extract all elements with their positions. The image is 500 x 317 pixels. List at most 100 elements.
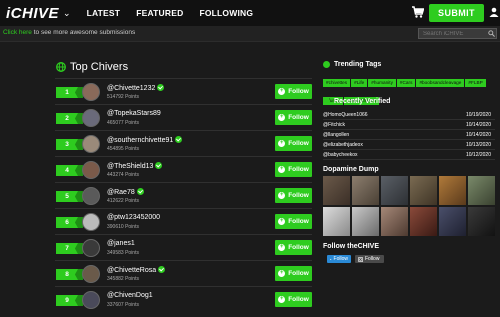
trending-tags-heading: Trending Tags [323, 61, 381, 68]
avatar[interactable] [82, 83, 100, 101]
table-row: 4 @TheShield13 443274 Points + Follow [55, 156, 312, 182]
instagram-icon [358, 256, 363, 262]
dump-thumbnail[interactable] [352, 207, 379, 236]
username[interactable]: @TopekaStars89 [107, 110, 161, 117]
dump-thumbnail[interactable] [381, 176, 408, 205]
verified-check-icon [157, 84, 165, 91]
promo-text: to see more awesome submissions [31, 29, 136, 36]
verified-check-icon [155, 162, 163, 169]
follow-button[interactable]: + Follow [275, 110, 312, 125]
username[interactable]: @southernchivette91 [107, 136, 183, 144]
username-text[interactable]: @Rae78 [107, 189, 135, 196]
username-text[interactable]: @janes1 [107, 240, 135, 247]
verified-username[interactable]: @babycheekox [323, 152, 358, 158]
dump-thumbnail[interactable] [410, 207, 437, 236]
search-icon[interactable] [488, 30, 495, 37]
avatar[interactable] [82, 109, 100, 127]
username-text[interactable]: @TopekaStars89 [107, 110, 161, 117]
dump-thumbnail[interactable] [323, 207, 350, 236]
nav-following[interactable]: FOLLOWING [199, 8, 253, 18]
plus-icon: + [278, 88, 286, 95]
verified-username[interactable]: @elizabethjadeox [323, 142, 363, 148]
avatar[interactable] [82, 213, 100, 231]
avatar[interactable] [82, 265, 100, 283]
dump-thumbnail[interactable] [381, 207, 408, 236]
points: 412622 Points [107, 198, 139, 204]
dump-thumbnail[interactable] [410, 176, 437, 205]
username[interactable]: @janes1 [107, 240, 135, 247]
username[interactable]: @ptw123452000 [107, 214, 160, 221]
rank-badge: 9 [56, 295, 78, 306]
follow-button[interactable]: + Follow [275, 136, 312, 151]
verified-icon [323, 98, 330, 105]
avatar[interactable] [82, 187, 100, 205]
plus-icon: + [278, 296, 286, 303]
verified-username[interactable]: @HomoQueen1066 [323, 112, 368, 118]
avatar[interactable] [82, 161, 100, 179]
table-row: 1 @Chivette1232 514792 Points + Follow [55, 78, 312, 104]
follow-button[interactable]: + Follow [275, 162, 312, 177]
table-row: 5 @Rae78 412622 Points + Follow [55, 182, 312, 208]
username-text[interactable]: @ChivetteRosa [107, 267, 156, 274]
tag-chip[interactable]: #Life [351, 79, 368, 87]
dump-thumbnail[interactable] [468, 207, 495, 236]
follow-button[interactable]: + Follow [275, 84, 312, 99]
follow-button[interactable]: + Follow [275, 214, 312, 229]
username[interactable]: @Rae78 [107, 188, 144, 196]
plus-icon: + [278, 114, 286, 121]
tag-chip[interactable]: #FLBP [465, 79, 486, 87]
follow-button[interactable]: + Follow [275, 240, 312, 255]
nav-featured[interactable]: FEATURED [136, 8, 183, 18]
dump-thumbnail[interactable] [439, 207, 466, 236]
submit-button[interactable]: SUBMIT [429, 4, 484, 22]
verified-date: 10/12/2020 [465, 151, 491, 158]
sub-bar: Click here to see more awesome submissio… [0, 26, 500, 42]
verified-username[interactable]: @llangollen [323, 132, 349, 138]
dump-thumbnail[interactable] [439, 176, 466, 205]
dump-thumbnail[interactable] [323, 176, 350, 205]
follow-label: Follow [288, 296, 309, 303]
twitter-follow-label: Follow [333, 256, 348, 262]
avatar[interactable] [82, 291, 100, 309]
username-text[interactable]: @ptw123452000 [107, 214, 160, 221]
search-input[interactable] [418, 28, 497, 39]
cart-icon[interactable] [412, 6, 424, 18]
logo[interactable]: iCHIVE [6, 5, 59, 22]
verified-username[interactable]: @Fitchick [323, 122, 345, 128]
tag-chip[interactable]: #Cars [396, 79, 416, 87]
instagram-follow-button[interactable]: Follow [355, 255, 384, 263]
username-text[interactable]: @TheShield13 [107, 163, 153, 170]
nav-latest[interactable]: LATEST [87, 8, 121, 18]
username[interactable]: @ChivenDog1 [107, 292, 153, 299]
rank-badge: 1 [56, 87, 78, 98]
dump-thumbnail[interactable] [352, 176, 379, 205]
follow-button[interactable]: + Follow [275, 266, 312, 281]
rank-badge: 3 [56, 139, 78, 150]
points: 514792 Points [107, 94, 139, 100]
username[interactable]: @Chivette1232 [107, 84, 165, 92]
user-icon[interactable] [489, 7, 499, 17]
avatar[interactable] [82, 239, 100, 257]
table-row: 9 @ChivenDog1 337607 Points + Follow [55, 286, 312, 312]
avatar[interactable] [82, 135, 100, 153]
trending-title: Trending Tags [334, 61, 382, 68]
dump-thumbnail[interactable] [468, 176, 495, 205]
username-text[interactable]: @southernchivette91 [107, 137, 173, 144]
click-here-link[interactable]: Click here [3, 29, 32, 36]
verified-title: Recently Verified [334, 98, 391, 105]
plus-icon: + [278, 192, 286, 199]
chevron-down-icon[interactable]: ⌄ [63, 8, 71, 19]
list-item: @llangollen 10/14/2020 [323, 130, 495, 140]
tag-chip[interactable]: #chivettes [323, 79, 351, 87]
username-text[interactable]: @Chivette1232 [107, 85, 155, 92]
recently-verified-heading: Recently Verified [323, 98, 390, 105]
tag-chip[interactable]: #boobsandcleavage [416, 79, 465, 87]
username-text[interactable]: @ChivenDog1 [107, 292, 153, 299]
tag-chip[interactable]: #humanity [368, 79, 396, 87]
follow-button[interactable]: + Follow [275, 188, 312, 203]
follow-label: Follow [288, 114, 309, 121]
twitter-follow-button[interactable]: Follow [327, 255, 351, 263]
username[interactable]: @TheShield13 [107, 162, 163, 170]
username[interactable]: @ChivetteRosa [107, 266, 166, 274]
follow-button[interactable]: + Follow [275, 292, 312, 307]
